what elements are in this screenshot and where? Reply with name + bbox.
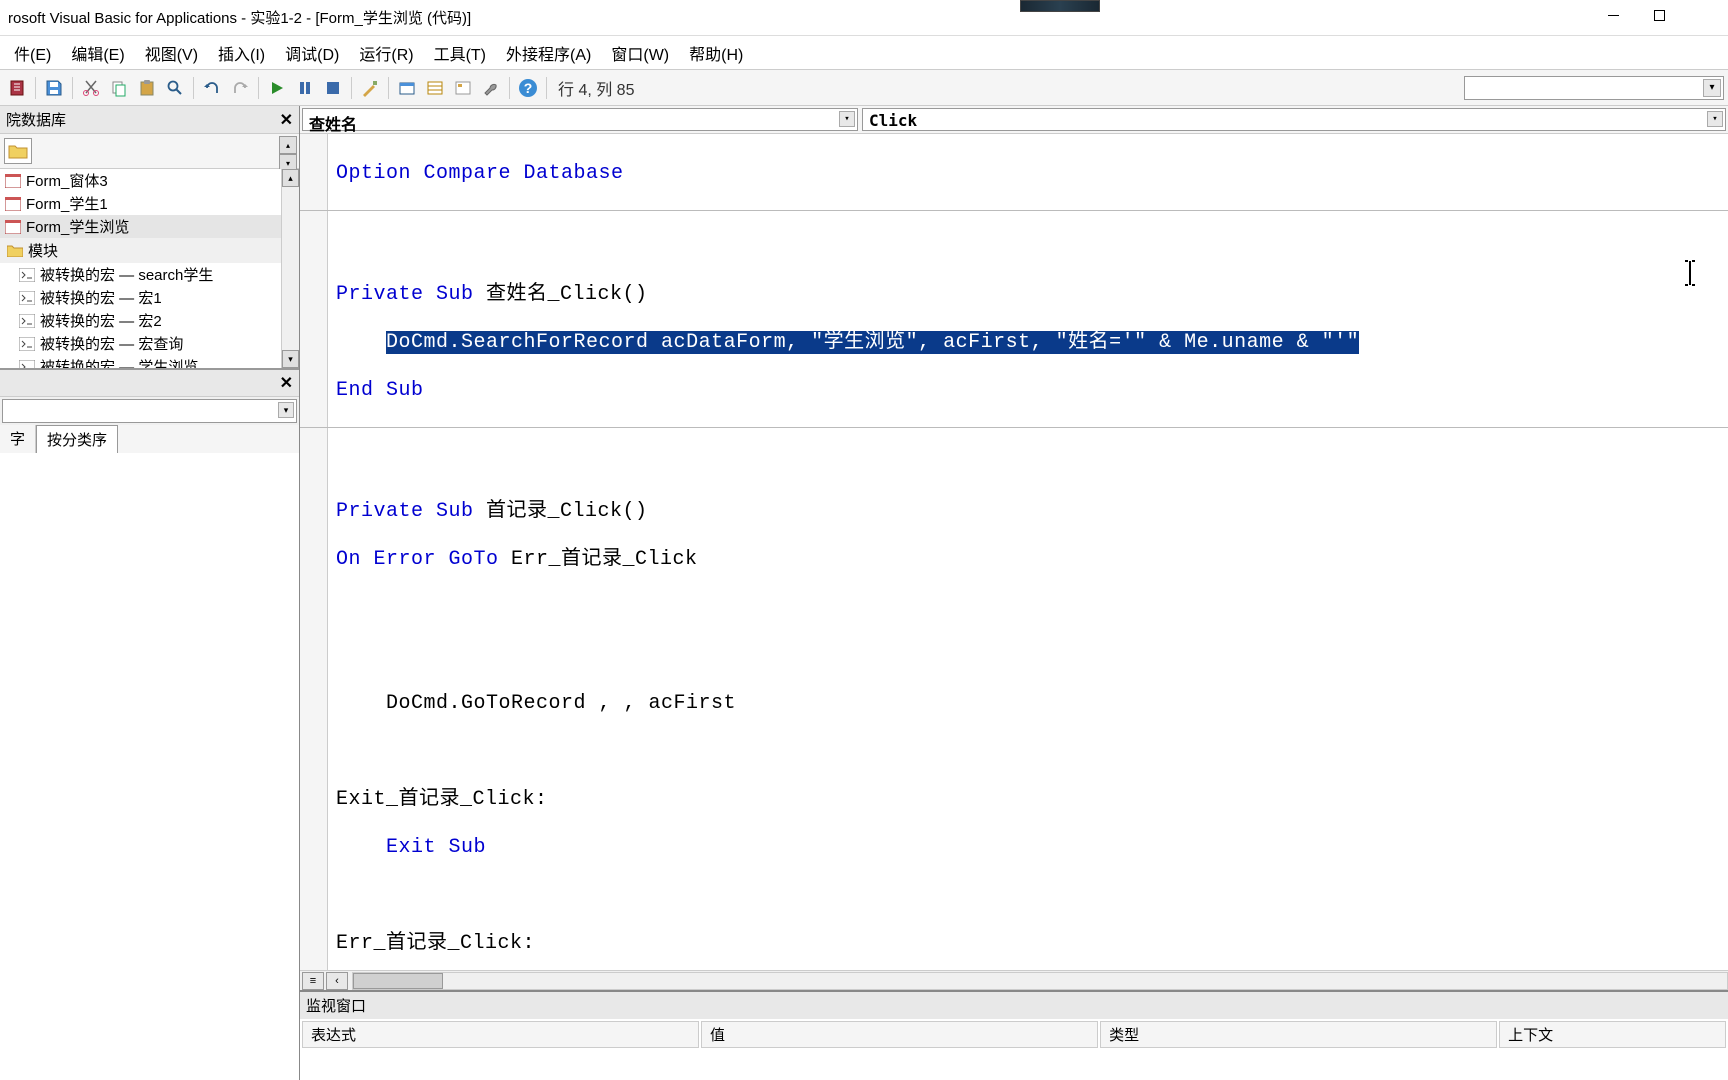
watch-col-expression[interactable]: 表达式 — [302, 1021, 699, 1048]
project-pane-header: 院数据库 ✕ — [0, 106, 299, 134]
toolbar: ? 行 4, 列 85 ▾ — [0, 70, 1728, 106]
maximize-button[interactable] — [1636, 0, 1682, 30]
menu-debug[interactable]: 调试(D) — [275, 37, 349, 69]
scroll-up-icon[interactable]: ▴ — [279, 136, 297, 154]
tab-categorized[interactable]: 按分类序 — [36, 425, 118, 453]
properties-grid[interactable] — [0, 453, 299, 1080]
cut-icon[interactable] — [78, 75, 104, 101]
menu-addins[interactable]: 外接程序(A) — [496, 37, 601, 69]
pause-icon[interactable] — [292, 75, 318, 101]
paste-icon[interactable] — [134, 75, 160, 101]
object-dropdown[interactable]: 查姓名▾ — [302, 108, 858, 131]
close-pane-icon[interactable]: ✕ — [280, 110, 293, 130]
view-access-icon[interactable] — [4, 75, 30, 101]
code-view-controls: ≡ ‹ — [300, 970, 1728, 990]
chevron-down-icon: ▾ — [839, 111, 855, 127]
tree-scrollbar[interactable]: ▴▾ — [281, 169, 299, 368]
module-icon — [18, 359, 36, 370]
toolbox-icon[interactable] — [478, 75, 504, 101]
module-icon — [18, 313, 36, 329]
chevron-down-icon: ▾ — [1703, 79, 1721, 97]
window-title: rosoft Visual Basic for Applications - 实… — [8, 7, 471, 28]
watch-col-type[interactable]: 类型 — [1100, 1021, 1497, 1048]
undo-icon[interactable] — [199, 75, 225, 101]
folder-icon[interactable] — [4, 138, 32, 164]
properties-tabs: 字 按分类序 — [0, 425, 299, 453]
project-tree[interactable]: Form_窗体3 Form_学生1 Form_学生浏览 模块 被转换的宏 — s… — [0, 169, 299, 369]
form-icon — [4, 219, 22, 235]
redo-icon[interactable] — [227, 75, 253, 101]
menu-tools[interactable]: 工具(T) — [424, 37, 496, 69]
project-pane-title: 院数据库 — [6, 109, 66, 130]
full-view-icon[interactable]: ‹ — [326, 972, 348, 990]
tree-item-form: Form_学生浏览 — [0, 215, 299, 238]
menu-window[interactable]: 窗口(W) — [601, 37, 679, 69]
text-cursor-icon — [1684, 260, 1696, 286]
project-explorer-icon[interactable] — [394, 75, 420, 101]
tree-item-form: Form_学生1 — [0, 192, 299, 215]
chevron-down-icon: ▾ — [278, 402, 294, 418]
find-icon[interactable] — [162, 75, 188, 101]
close-properties-icon[interactable]: ✕ — [280, 373, 293, 393]
copy-icon[interactable] — [106, 75, 132, 101]
watch-table[interactable]: 表达式 值 类型 上下文 — [300, 1019, 1728, 1050]
decorative-bar — [1020, 0, 1100, 12]
code-content: Option Compare Database Private Sub 查姓名_… — [336, 138, 1728, 970]
watch-title: 监视窗口 — [300, 992, 1728, 1019]
close-button[interactable] — [1682, 0, 1728, 30]
menu-edit[interactable]: 编辑(E) — [61, 37, 134, 69]
folder-icon — [6, 243, 24, 259]
module-icon — [18, 336, 36, 352]
form-icon — [4, 196, 22, 212]
procedure-dropdown[interactable]: Click▾ — [862, 108, 1726, 131]
object-browser-icon[interactable] — [450, 75, 476, 101]
menu-file[interactable]: 件(E) — [4, 37, 61, 69]
form-icon — [4, 173, 22, 189]
minimize-button[interactable] — [1590, 0, 1636, 30]
module-icon — [18, 290, 36, 306]
window-controls — [1590, 0, 1728, 30]
tree-item-module: 被转换的宏 — 宏查询 — [0, 332, 299, 355]
horizontal-scrollbar[interactable] — [352, 972, 1728, 990]
module-icon — [18, 267, 36, 283]
tree-item-form: Form_窗体3 — [0, 169, 299, 192]
help-icon[interactable]: ? — [515, 75, 541, 101]
toolbar-dropdown[interactable]: ▾ — [1464, 76, 1724, 100]
save-icon[interactable] — [41, 75, 67, 101]
menu-help[interactable]: 帮助(H) — [679, 37, 753, 69]
code-editor[interactable]: Option Compare Database Private Sub 查姓名_… — [300, 134, 1728, 970]
menu-insert[interactable]: 插入(I) — [208, 37, 275, 69]
title-bar: rosoft Visual Basic for Applications - 实… — [0, 0, 1728, 36]
procedure-view-icon[interactable]: ≡ — [302, 972, 324, 990]
project-toolbar: ▴ ▾ — [0, 134, 299, 169]
cursor-position: 行 4, 列 85 — [558, 76, 634, 100]
tab-alphabetic[interactable]: 字 — [0, 425, 36, 453]
stop-icon[interactable] — [320, 75, 346, 101]
tree-item-module: 被转换的宏 — 宏1 — [0, 286, 299, 309]
tree-item-module: 被转换的宏 — search学生 — [0, 263, 299, 286]
design-icon[interactable] — [357, 75, 383, 101]
menu-view[interactable]: 视图(V) — [135, 37, 208, 69]
tree-item-module: 被转换的宏 — 宏2 — [0, 309, 299, 332]
code-margin — [300, 134, 328, 970]
modules-folder[interactable]: 模块 — [0, 238, 299, 263]
watch-col-value[interactable]: 值 — [701, 1021, 1098, 1048]
svg-text:?: ? — [524, 80, 533, 96]
properties-object-dropdown[interactable]: ▾ — [2, 399, 297, 423]
watch-window: 监视窗口 表达式 值 类型 上下文 — [300, 990, 1728, 1080]
tree-item-module: 被转换的宏 — 学生浏览 — [0, 355, 299, 369]
menu-bar: 件(E) 编辑(E) 视图(V) 插入(I) 调试(D) 运行(R) 工具(T)… — [0, 36, 1728, 70]
menu-run[interactable]: 运行(R) — [349, 37, 423, 69]
chevron-down-icon: ▾ — [1707, 111, 1723, 127]
watch-col-context[interactable]: 上下文 — [1499, 1021, 1726, 1048]
properties-header: ✕ — [0, 369, 299, 397]
run-icon[interactable] — [264, 75, 290, 101]
properties-icon[interactable] — [422, 75, 448, 101]
